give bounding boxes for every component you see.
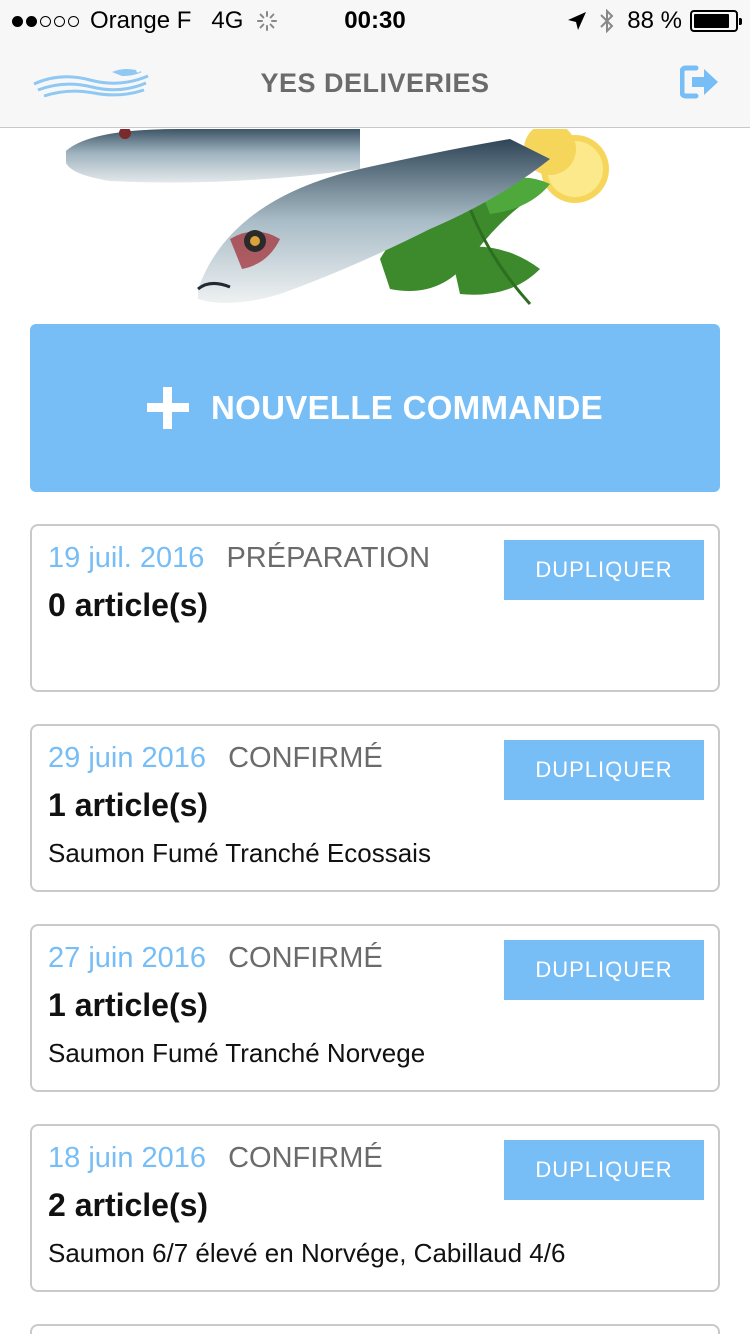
- battery-icon: [690, 10, 742, 32]
- network-type: 4G: [211, 7, 244, 34]
- bluetooth-icon: [600, 9, 614, 33]
- order-article-count: 1 article(s): [48, 987, 209, 1023]
- order-items: Saumon 6/7 élevé en Norvége, Cabillaud 4…: [48, 1238, 566, 1268]
- order-article-count: 0 article(s): [48, 587, 209, 623]
- status-right: 88 %: [567, 7, 742, 35]
- signal-dot: [40, 15, 51, 27]
- order-article-count: 2 article(s): [48, 1187, 209, 1223]
- carrier-name: Orange F: [90, 7, 192, 34]
- order-card[interactable]: 29 juin 2016 CONFIRMÉ 1 article(s) Saumo…: [30, 724, 720, 892]
- signal-dot: [54, 15, 65, 27]
- logout-icon[interactable]: [680, 64, 720, 100]
- activity-spinner-icon: [257, 11, 278, 31]
- order-header: 19 juil. 2016 PRÉPARATION: [48, 542, 430, 575]
- duplicate-button[interactable]: DUPLIQUER: [504, 1140, 704, 1200]
- location-arrow-icon: [568, 12, 587, 30]
- plus-icon: [147, 387, 190, 429]
- battery-level: [694, 14, 730, 28]
- duplicate-button[interactable]: DUPLIQUER: [504, 740, 704, 800]
- order-article-count: 1 article(s): [48, 787, 209, 823]
- order-date: 29 juin 2016: [48, 742, 207, 774]
- fish-wave-logo-icon: [33, 69, 149, 98]
- order-header: 29 juin 2016 CONFIRMÉ: [48, 742, 383, 775]
- order-status: CONFIRMÉ: [228, 1142, 383, 1174]
- order-status: CONFIRMÉ: [228, 942, 383, 974]
- status-bar: Orange F 4G 00:30 88 %: [0, 0, 750, 40]
- signal-dot: [68, 15, 79, 27]
- signal-dot: [12, 15, 23, 27]
- duplicate-button[interactable]: DUPLIQUER: [504, 540, 704, 600]
- order-items: Saumon Fumé Tranché Norvege: [48, 1038, 426, 1068]
- order-items: Saumon Fumé Tranché Ecossais: [48, 838, 431, 868]
- new-order-button[interactable]: NOUVELLE COMMANDE: [30, 324, 720, 492]
- signal-dot: [26, 15, 37, 27]
- navigation-bar: YES DELIVERIES: [0, 40, 750, 128]
- status-left: Orange F 4G: [12, 7, 278, 35]
- order-header: 27 juin 2016 CONFIRMÉ: [48, 942, 383, 975]
- order-card[interactable]: 27 juin 2016 CONFIRMÉ 1 article(s) Saumo…: [30, 924, 720, 1092]
- orders-list: 19 juil. 2016 PRÉPARATION 0 article(s) D…: [30, 524, 720, 1334]
- duplicate-button[interactable]: DUPLIQUER: [504, 940, 704, 1000]
- battery-percentage: 88 %: [627, 7, 682, 34]
- order-status: PRÉPARATION: [226, 542, 431, 574]
- order-date: 18 juin 2016: [48, 1142, 207, 1174]
- new-order-label: NOUVELLE COMMANDE: [211, 389, 603, 426]
- order-header: 18 juin 2016 CONFIRMÉ: [48, 1142, 383, 1175]
- order-card[interactable]: 19 juil. 2016 PRÉPARATION 0 article(s) D…: [30, 524, 720, 692]
- order-card[interactable]: 18 juin 2016 CONFIRMÉ 2 article(s) Saumo…: [30, 1124, 720, 1292]
- hero-fish-image: [66, 129, 609, 306]
- order-date: 19 juil. 2016: [48, 542, 205, 574]
- order-card-partial[interactable]: [30, 1324, 720, 1334]
- order-date: 27 juin 2016: [48, 942, 207, 974]
- signal-strength-icon: [12, 15, 82, 27]
- order-status: CONFIRMÉ: [228, 742, 383, 774]
